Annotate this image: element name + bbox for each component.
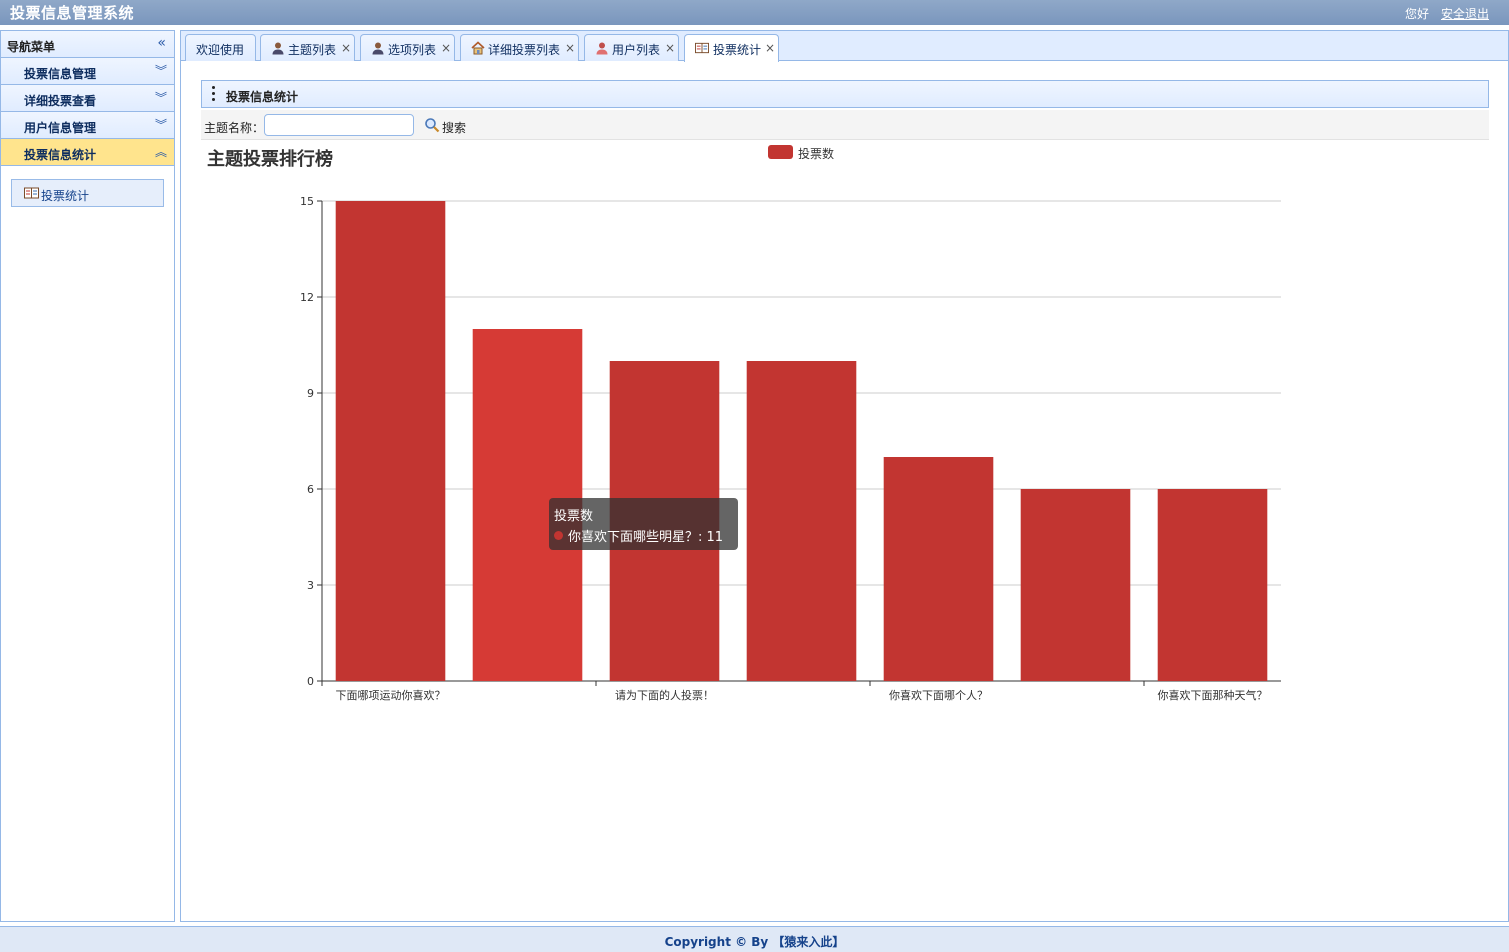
sidebar-section-vote-stats[interactable]: 投票信息统计 ︽ [1, 139, 174, 166]
sidebar-link-label: 投票统计 [41, 189, 90, 203]
bar[interactable] [1157, 489, 1268, 681]
sidebar-section-user-manage[interactable]: 用户信息管理 ︾ [1, 112, 174, 139]
tooltip-title: 投票数 [554, 509, 594, 524]
x-tick-label: 你喜欢下面哪个人？ [889, 688, 988, 702]
sidebar-section-label: 用户信息管理 [24, 121, 97, 135]
y-tick-label: 3 [307, 579, 314, 592]
sidebar-section-vote-info-manage[interactable]: 投票信息管理 ︾ [1, 58, 174, 85]
bar[interactable] [746, 361, 857, 681]
sidebar-section-label: 详细投票查看 [24, 94, 97, 108]
sidebar-link-vote-stats[interactable]: 投票统计 [11, 179, 164, 207]
double-chevron-up-icon: ︽ [154, 145, 167, 159]
sidebar-section-label: 投票信息管理 [24, 67, 97, 81]
bar[interactable] [335, 201, 446, 681]
bar-chart: 0 3 6 9 12 15 下面哪项运动你喜欢？ 请为下面的人投票！ 你喜欢下面哪个人？ 你喜欢下… [300, 195, 1281, 702]
sidebar-header: 导航菜单 « [1, 31, 174, 58]
x-tick-label: 下面哪项运动你喜欢？ [336, 688, 446, 702]
book-icon [24, 187, 39, 199]
tooltip-value: 你喜欢下面哪些明星？: 11 [568, 530, 724, 545]
y-tick-label: 6 [307, 483, 314, 496]
bar[interactable] [1020, 489, 1131, 681]
sidebar-section-label: 投票信息统计 [24, 148, 97, 162]
top-bar: 投票信息管理系统 您好 安全退出 [0, 0, 1509, 25]
sidebar: 导航菜单 « 投票信息管理 ︾ 详细投票查看 ︾ 用户信息管理 ︾ 投票信息统计… [0, 30, 175, 922]
sidebar-section-vote-detail[interactable]: 详细投票查看 ︾ [1, 85, 174, 112]
copyright-text: Copyright © By 【猿来入此】 [664, 935, 845, 949]
double-chevron-left-icon[interactable]: « [157, 35, 166, 51]
greeting-text: 您好 [1404, 7, 1429, 21]
logout-link[interactable]: 安全退出 [1441, 5, 1489, 22]
x-tick-label: 你喜欢下面那种天气？ [1158, 688, 1268, 702]
double-chevron-down-icon: ︾ [154, 64, 167, 78]
bar[interactable] [883, 457, 994, 681]
y-tick-label: 15 [300, 195, 314, 208]
y-tick-label: 0 [307, 675, 314, 688]
main-panel: 欢迎使用 主题列表 × 选项列表 × 详细投票列表 × 用户列表 × 投票统计 … [180, 30, 1509, 922]
footer: Copyright © By 【猿来入此】 [0, 926, 1509, 952]
double-chevron-down-icon: ︾ [154, 91, 167, 105]
chart-tooltip: 投票数 你喜欢下面哪些明星？: 11 [549, 498, 738, 550]
app-title: 投票信息管理系统 [10, 4, 135, 22]
y-tick-label: 9 [307, 387, 314, 400]
double-chevron-down-icon: ︾ [154, 118, 167, 132]
x-tick-label: 请为下面的人投票！ [615, 688, 714, 702]
y-tick-label: 12 [300, 291, 314, 304]
sidebar-title: 导航菜单 [7, 40, 56, 54]
tooltip-marker [554, 531, 563, 540]
